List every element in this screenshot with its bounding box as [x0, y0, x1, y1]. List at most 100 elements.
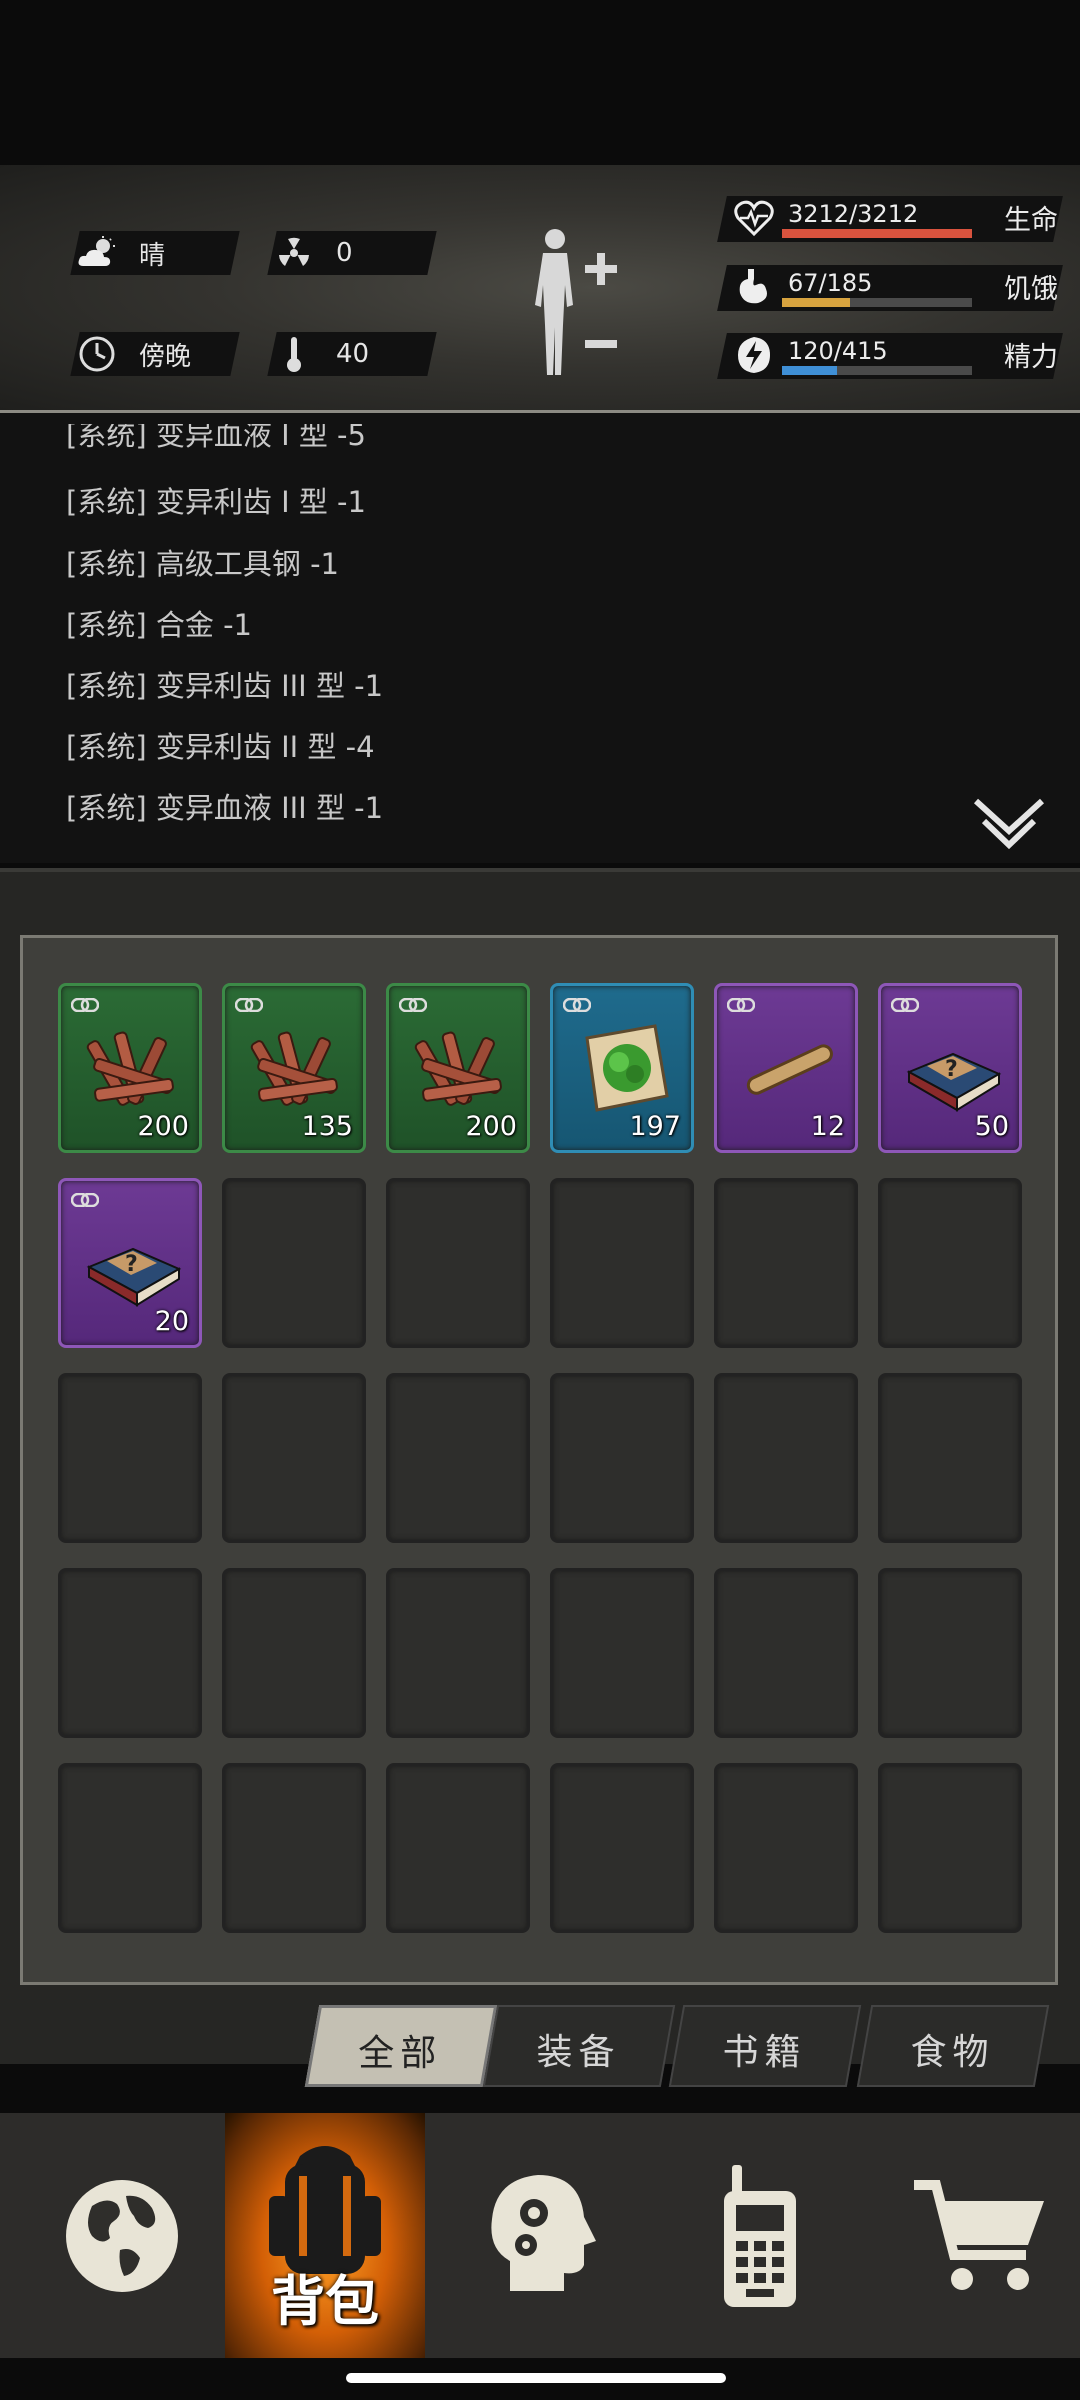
empty-inventory-slot[interactable] [550, 1373, 694, 1543]
tab-label: 全部 [358, 2033, 443, 2074]
radiation-chip: 0 [267, 231, 437, 275]
empty-inventory-slot[interactable] [386, 1178, 530, 1348]
empty-inventory-slot[interactable] [386, 1373, 530, 1543]
herb-cloth-icon [575, 1018, 675, 1118]
empty-inventory-slot[interactable] [550, 1763, 694, 1933]
empty-inventory-slot[interactable] [714, 1568, 858, 1738]
body-status-button[interactable] [515, 225, 625, 385]
inventory-item-slot[interactable]: 200 [386, 983, 530, 1153]
inventory-item-slot[interactable]: 197 [550, 983, 694, 1153]
radiation-icon [272, 231, 316, 275]
globe-icon [66, 2179, 178, 2292]
empty-inventory-slot[interactable] [386, 1568, 530, 1738]
tab-label: 装备 [536, 2032, 621, 2073]
stat-value: 3212/3212 [788, 200, 919, 228]
wood-sticks-icon [83, 1018, 183, 1118]
item-quantity: 50 [974, 1111, 1009, 1142]
heart-icon [734, 198, 774, 240]
link-icon [71, 1193, 99, 1207]
weather-chip: 晴 [70, 231, 240, 275]
cart-icon [914, 2179, 1044, 2290]
inventory-item-slot[interactable]: ? 50 [878, 983, 1022, 1153]
tab-label: 书籍 [722, 2032, 807, 2073]
item-quantity: 200 [465, 1111, 517, 1142]
inventory-item-slot[interactable]: ? 20 [58, 1178, 202, 1348]
empty-inventory-slot[interactable] [714, 1763, 858, 1933]
empty-inventory-slot[interactable] [550, 1568, 694, 1738]
head-gears-icon [491, 2174, 596, 2291]
home-indicator[interactable] [346, 2373, 726, 2383]
empty-inventory-slot[interactable] [222, 1178, 366, 1348]
empty-inventory-slot[interactable] [878, 1568, 1022, 1738]
empty-inventory-slot[interactable] [222, 1373, 366, 1543]
link-icon [727, 998, 755, 1012]
log-line: [系统] 合金 -1 [66, 608, 252, 642]
link-icon [235, 998, 263, 1012]
empty-inventory-slot[interactable] [386, 1763, 530, 1933]
nav-skills-button[interactable] [440, 2113, 640, 2358]
cloud-sun-icon [75, 231, 119, 275]
log-line: [系统] 高级工具钢 -1 [66, 547, 339, 581]
stat-row-2: 120/415 精力 [717, 333, 1063, 379]
empty-inventory-slot[interactable] [58, 1373, 202, 1543]
log-line: [系统] 变异血液 III 型 -1 [66, 791, 384, 825]
stat-label: 精力 [1004, 342, 1058, 373]
energy-icon [734, 335, 774, 377]
empty-inventory-slot[interactable] [222, 1568, 366, 1738]
double-chevron-down-icon [973, 798, 1045, 850]
radio-icon [724, 2164, 796, 2307]
empty-inventory-slot[interactable] [714, 1373, 858, 1543]
empty-inventory-slot[interactable] [222, 1763, 366, 1933]
log-line: [系统] 变异利齿 III 型 -1 [66, 669, 384, 703]
scroll-down-button[interactable] [972, 797, 1046, 855]
empty-inventory-slot[interactable] [878, 1373, 1022, 1543]
stat-bar-fill [782, 229, 972, 238]
tab-all[interactable]: 全部 [304, 2005, 498, 2087]
log-line: [系统] 变异利齿 II 型 -4 [66, 730, 375, 764]
nav-backpack-button[interactable]: 背包 [225, 2113, 425, 2358]
stat-bar [782, 298, 972, 307]
stat-label: 生命 [1004, 205, 1058, 236]
tab-food[interactable]: 食物 [856, 2005, 1050, 2087]
link-icon [891, 998, 919, 1012]
empty-inventory-slot[interactable] [714, 1178, 858, 1348]
inventory-item-slot[interactable]: 12 [714, 983, 858, 1153]
stomach-icon [734, 267, 774, 309]
item-quantity: 197 [629, 1111, 681, 1142]
empty-inventory-slot[interactable] [878, 1763, 1022, 1933]
empty-inventory-slot[interactable] [550, 1178, 694, 1348]
stat-label: 饥饿 [1004, 274, 1058, 305]
link-icon [563, 998, 591, 1012]
inventory-item-slot[interactable]: 135 [222, 983, 366, 1153]
svg-text:?: ? [125, 1252, 138, 1277]
radiation-value: 0 [336, 238, 353, 268]
stat-value: 67/185 [788, 269, 873, 297]
stat-bar-fill [782, 366, 838, 375]
nav-world-button[interactable] [22, 2113, 222, 2358]
human-body-icon [535, 229, 617, 375]
wooden-club-icon [739, 1018, 839, 1118]
tab-equipment[interactable]: 装备 [482, 2005, 676, 2087]
tab-books[interactable]: 书籍 [668, 2005, 862, 2087]
clock-icon [75, 332, 119, 376]
empty-inventory-slot[interactable] [58, 1763, 202, 1933]
nav-shop-button[interactable] [880, 2113, 1080, 2358]
empty-inventory-slot[interactable] [878, 1178, 1022, 1348]
weather-text: 晴 [139, 240, 166, 271]
mystery-book-icon: ? [903, 1018, 1003, 1118]
nav-radio-button[interactable] [660, 2113, 860, 2358]
mystery-book-icon: ? [83, 1213, 183, 1313]
stat-bar-fill [782, 298, 851, 307]
wood-sticks-icon [411, 1018, 511, 1118]
link-icon [71, 998, 99, 1012]
empty-inventory-slot[interactable] [58, 1568, 202, 1738]
wood-sticks-icon [247, 1018, 347, 1118]
inventory-item-slot[interactable]: 200 [58, 983, 202, 1153]
svg-text:?: ? [945, 1057, 958, 1082]
item-quantity: 135 [301, 1111, 353, 1142]
stat-row-1: 67/185 饥饿 [717, 265, 1063, 311]
item-quantity: 20 [154, 1306, 189, 1337]
temperature-value: 40 [336, 339, 370, 369]
time-chip: 傍晚 [70, 332, 240, 376]
stat-row-0: 3212/3212 生命 [717, 196, 1063, 242]
